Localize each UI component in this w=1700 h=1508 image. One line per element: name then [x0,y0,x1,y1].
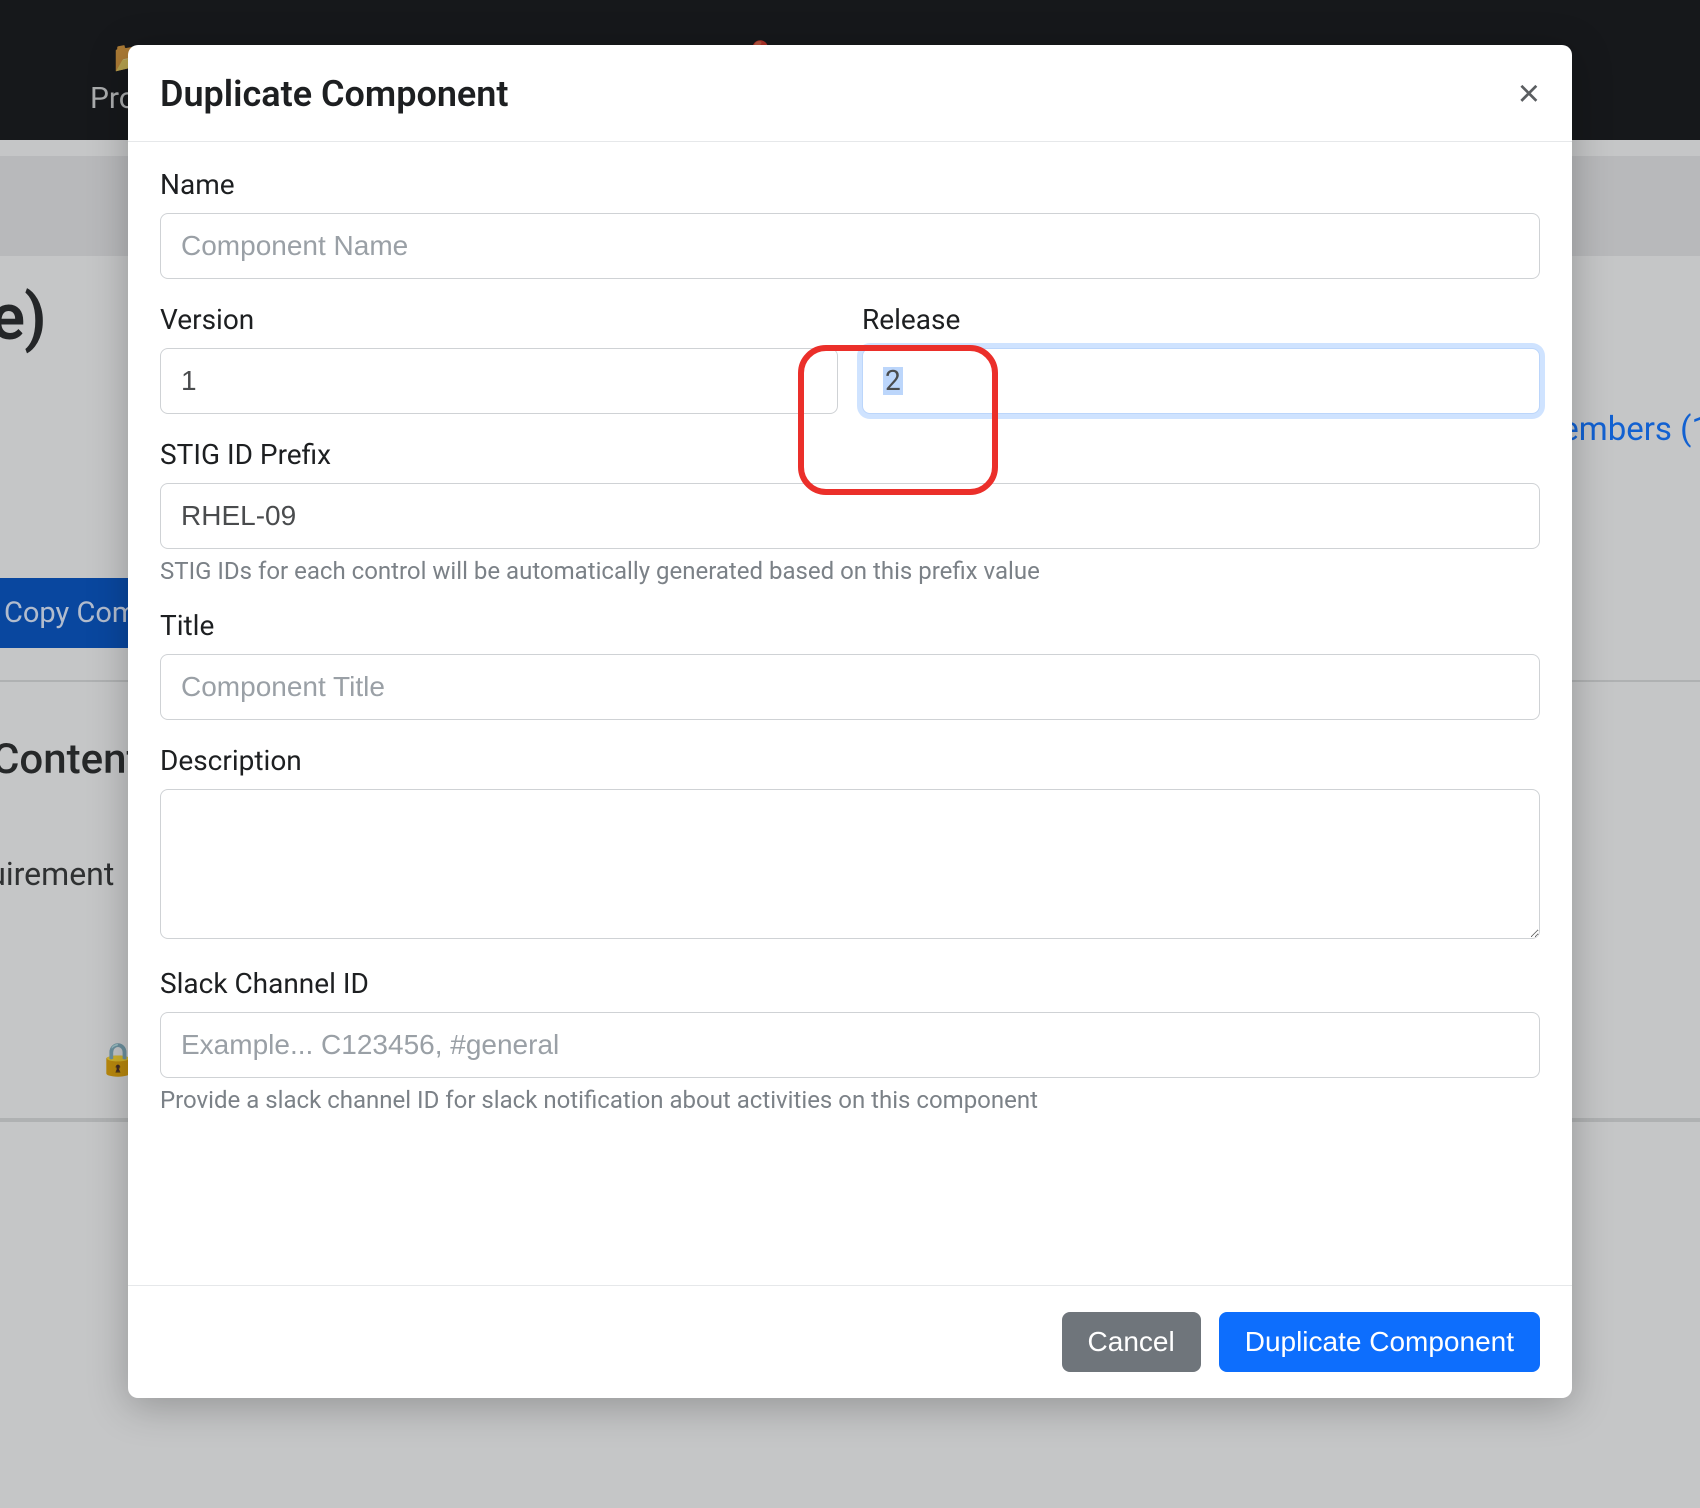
slack-helper: Provide a slack channel ID for slack not… [160,1086,1540,1114]
title-label: Title [160,609,1540,642]
stig-prefix-label: STIG ID Prefix [160,438,1540,471]
duplicate-component-button[interactable]: Duplicate Component [1219,1312,1540,1372]
description-textarea[interactable] [160,789,1540,939]
name-input[interactable] [160,213,1540,279]
release-label: Release [862,303,1540,336]
modal-body: Name Version Release 2 STIG ID Prefix ST… [128,142,1572,1285]
slack-label: Slack Channel ID [160,967,1540,1000]
description-label: Description [160,744,1540,777]
version-label: Version [160,303,838,336]
stig-prefix-helper: STIG IDs for each control will be automa… [160,557,1540,585]
slack-input[interactable] [160,1012,1540,1078]
duplicate-component-modal: Duplicate Component × Name Version Relea… [128,45,1572,1398]
version-input[interactable] [160,348,838,414]
release-input[interactable]: 2 [862,348,1540,414]
close-icon[interactable]: × [1518,75,1540,113]
stig-prefix-input[interactable] [160,483,1540,549]
release-value: 2 [883,367,903,395]
modal-header: Duplicate Component × [128,45,1572,142]
title-input[interactable] [160,654,1540,720]
modal-footer: Cancel Duplicate Component [128,1285,1572,1398]
cancel-button[interactable]: Cancel [1062,1312,1201,1372]
modal-title: Duplicate Component [160,73,509,115]
name-label: Name [160,168,1540,201]
